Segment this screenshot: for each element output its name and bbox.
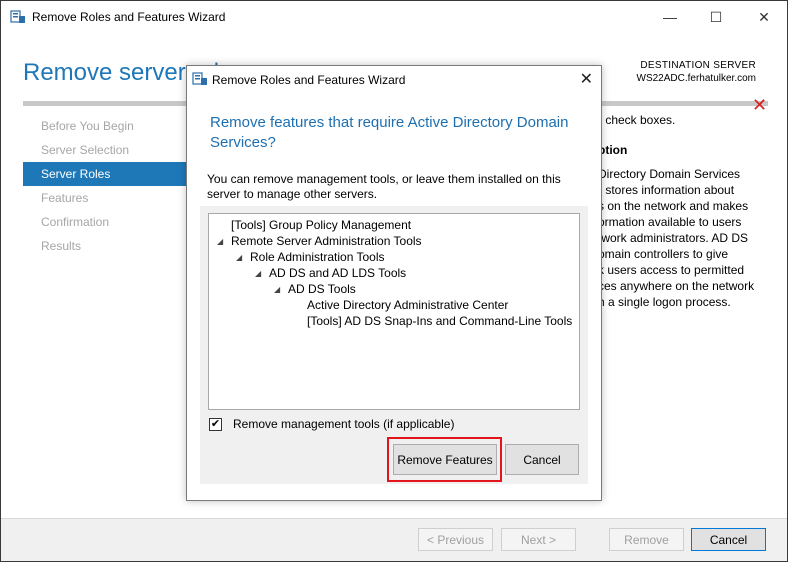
cancel-button[interactable]: Cancel xyxy=(691,528,766,551)
window-title: Remove Roles and Features Wizard xyxy=(32,10,226,24)
maximize-icon: ☐ xyxy=(709,8,723,25)
tree-item[interactable]: Active Directory Administrative Center xyxy=(307,297,508,313)
remove-button[interactable]: Remove xyxy=(609,528,684,551)
description-line: k users access to permitted xyxy=(598,263,745,277)
tree-item-label: Role Administration Tools xyxy=(250,250,385,264)
remove-tools-checkbox-label[interactable]: Remove management tools (if applicable) xyxy=(233,417,454,431)
nav-item-server-roles[interactable]: Server Roles xyxy=(23,162,188,186)
tree-item[interactable]: [Tools] AD DS Snap-Ins and Command-Line … xyxy=(307,313,572,329)
remove-features-button[interactable]: Remove Features xyxy=(393,444,497,475)
tree-item[interactable]: ◢ Role Administration Tools xyxy=(236,249,385,265)
maximize-button[interactable]: ☐ xyxy=(693,1,739,33)
close-icon: ✕ xyxy=(758,8,770,25)
expanded-triangle-icon[interactable]: ◢ xyxy=(255,266,265,282)
footer-bar: < Previous Next > Remove Cancel xyxy=(1,519,787,561)
description-heading: ption xyxy=(598,143,628,157)
destination-server-name: WS22ADC.ferhatulker.com xyxy=(636,73,757,84)
description-line: ormation available to users xyxy=(598,215,742,229)
title-bar: Remove Roles and Features Wizard — ☐ ✕ xyxy=(1,1,787,33)
tree-item-label: AD DS Tools xyxy=(288,282,356,296)
tree-item[interactable]: [Tools] Group Policy Management xyxy=(231,217,411,233)
description-line: ) stores information about xyxy=(598,183,735,197)
dialog-close-icon[interactable]: ✕ xyxy=(580,69,593,89)
destination-label: DESTINATION SERVER xyxy=(640,60,756,71)
tree-item-label: [Tools] AD DS Snap-Ins and Command-Line … xyxy=(307,314,573,328)
expanded-triangle-icon[interactable]: ◢ xyxy=(217,234,227,250)
minimize-icon: — xyxy=(663,9,677,25)
server-manager-icon xyxy=(192,72,208,86)
features-tree[interactable]: [Tools] Group Policy Management ◢ Remote … xyxy=(208,213,580,410)
description-line: h a single logon process. xyxy=(598,295,731,309)
nav-item-before-you-begin[interactable]: Before You Begin xyxy=(23,114,188,138)
description-line: s on the network and makes xyxy=(598,199,749,213)
tree-item-label: [Tools] Group Policy Management xyxy=(231,218,412,232)
tree-item-label: AD DS and AD LDS Tools xyxy=(269,266,407,280)
nav-item-server-selection[interactable]: Server Selection xyxy=(23,138,188,162)
remove-features-dialog: Remove Roles and Features Wizard ✕ Remov… xyxy=(186,65,602,501)
tree-item-label: Active Directory Administrative Center xyxy=(307,298,509,312)
description-line: Directory Domain Services xyxy=(598,167,741,181)
tree-item[interactable]: ◢ AD DS and AD LDS Tools xyxy=(255,265,406,281)
tree-item[interactable]: ◢ Remote Server Administration Tools xyxy=(217,233,422,249)
previous-button[interactable]: < Previous xyxy=(418,528,493,551)
remove-tools-checkbox[interactable]: ✔ xyxy=(209,418,222,431)
nav-item-confirmation[interactable]: Confirmation xyxy=(23,210,188,234)
expanded-triangle-icon[interactable]: ◢ xyxy=(274,282,284,298)
tree-item-label: Remote Server Administration Tools xyxy=(231,234,422,248)
server-manager-icon xyxy=(10,10,26,24)
tree-item[interactable]: ◢ AD DS Tools xyxy=(274,281,356,297)
dialog-heading: Remove features that require Active Dire… xyxy=(210,114,569,151)
nav-item-results[interactable]: Results xyxy=(23,234,188,258)
wizard-nav: Before You Begin Server Selection Server… xyxy=(23,114,188,258)
checkmark-icon: ✔ xyxy=(210,418,221,430)
nav-item-features[interactable]: Features xyxy=(23,186,188,210)
next-button[interactable]: Next > xyxy=(501,528,576,551)
dialog-info: You can remove management tools, or leav… xyxy=(207,172,561,201)
description-line: ces anywhere on the network xyxy=(598,279,755,293)
wizard-window: Remove Roles and Features Wizard — ☐ ✕ R… xyxy=(0,0,788,562)
minimize-button[interactable]: — xyxy=(647,1,693,33)
instruction-fragment: r check boxes. xyxy=(598,113,676,127)
expanded-triangle-icon[interactable]: ◢ xyxy=(236,250,246,266)
dialog-cancel-button[interactable]: Cancel xyxy=(505,444,579,475)
close-window-button[interactable]: ✕ xyxy=(741,1,787,33)
destination-server: DESTINATION SERVER WS22ADC.ferhatulker.c… xyxy=(637,59,757,85)
dialog-title: Remove Roles and Features Wizard xyxy=(212,73,406,87)
role-description: r check boxes. ption Directory Domain Se… xyxy=(598,112,773,310)
description-line: twork administrators. AD DS xyxy=(598,231,749,245)
description-line: omain controllers to give xyxy=(598,247,729,261)
